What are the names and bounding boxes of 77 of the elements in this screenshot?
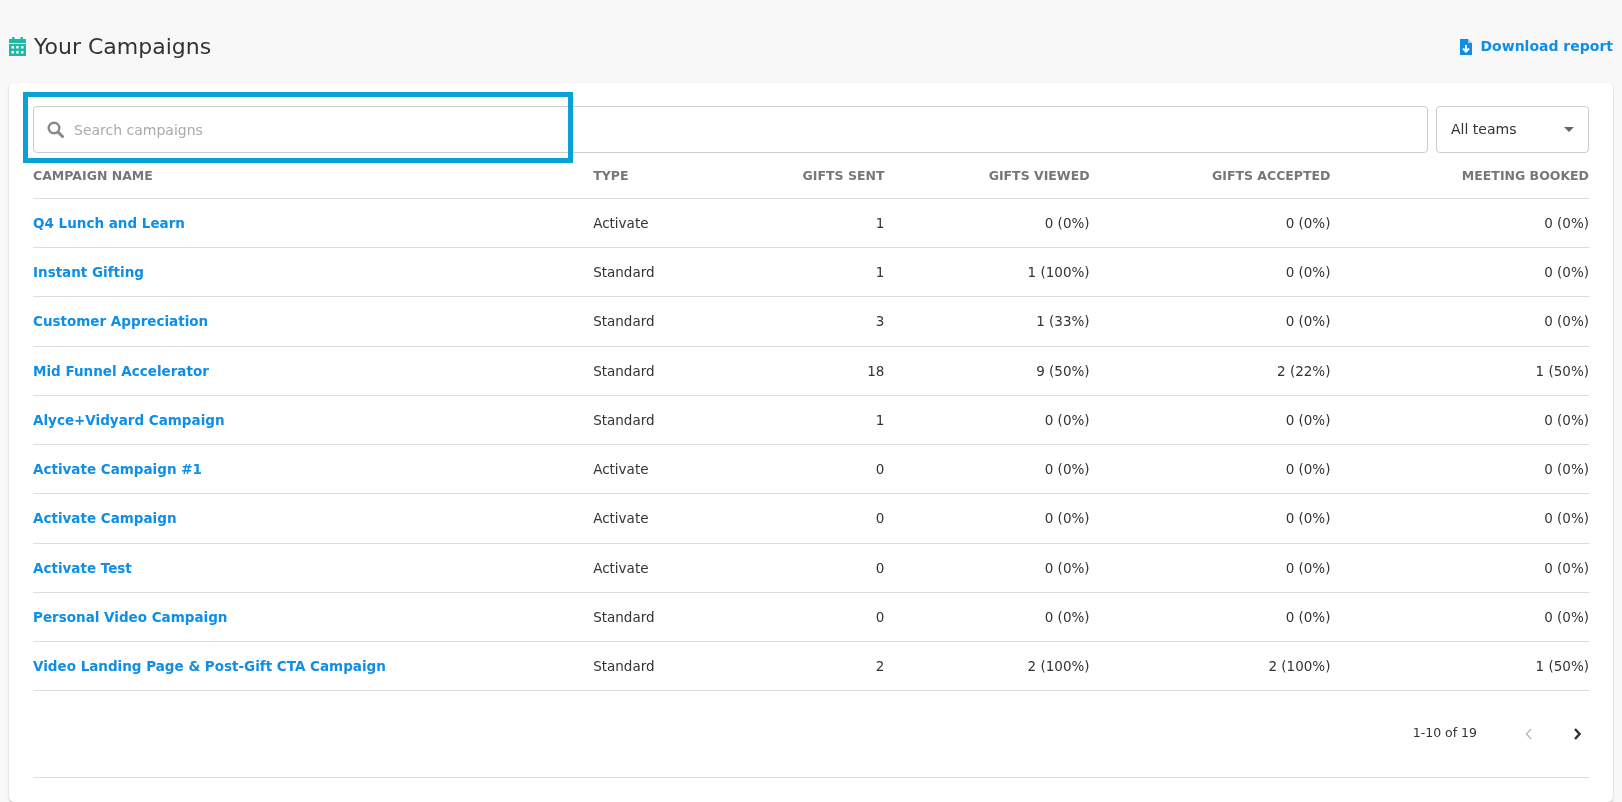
column-header: TYPE: [593, 153, 718, 199]
campaign-link[interactable]: Mid Funnel Accelerator: [33, 362, 209, 379]
chevron-left-icon: [1525, 727, 1533, 740]
campaign-link[interactable]: Video Landing Page & Post-Gift CTA Campaign: [33, 658, 386, 674]
type-cell: Standard: [593, 411, 655, 428]
table-cell: 0 (0%): [1285, 510, 1331, 527]
table-cell: 2 (100%): [1268, 658, 1331, 674]
table-cell: 0 (0%): [1044, 411, 1090, 428]
campaign-link[interactable]: Activate Campaign #1: [33, 461, 202, 477]
table-cell: 0: [875, 608, 885, 625]
type-cell: Standard: [593, 608, 655, 625]
table-cell: 1: [875, 214, 885, 231]
table-cell: 1 (50%): [1535, 658, 1589, 674]
column-header: GIFTS VIEWED: [884, 153, 1090, 199]
table-cell: 0 (0%): [1044, 608, 1090, 625]
chevron-right-icon: [1573, 727, 1581, 740]
team-dropdown[interactable]: All teams: [1436, 106, 1589, 153]
table-cell: 0 (0%): [1544, 214, 1589, 231]
file-download-icon: [1460, 38, 1473, 55]
table-cell: 2: [875, 658, 885, 674]
table-cell: 1 (50%): [1535, 362, 1589, 379]
table-cell: 0 (0%): [1544, 411, 1589, 428]
table-cell: 0 (0%): [1544, 461, 1589, 477]
search-icon: [47, 121, 64, 138]
table-cell: 0 (0%): [1285, 214, 1331, 231]
column-header: GIFTS ACCEPTED: [1089, 153, 1331, 199]
table-cell: 9 (50%): [1036, 362, 1090, 379]
table-cell: 0 (0%): [1044, 461, 1090, 477]
type-cell: Activate: [593, 461, 649, 477]
campaign-link[interactable]: Alyce+Vidyard Campaign: [33, 411, 225, 428]
download-report-link[interactable]: Download report: [1460, 36, 1613, 57]
campaign-link[interactable]: Activate Test: [33, 559, 132, 576]
table-cell: 0: [875, 510, 885, 527]
campaign-link[interactable]: Customer Appreciation: [33, 313, 209, 330]
table-cell: 0 (0%): [1285, 313, 1331, 330]
page-range: 1-10 of 19: [1412, 723, 1477, 742]
table-cell: 0 (0%): [1544, 264, 1589, 280]
table-cell: 0 (0%): [1544, 608, 1589, 625]
table-cell: 0 (0%): [1544, 313, 1589, 330]
type-cell: Activate: [593, 559, 649, 576]
campaign-link[interactable]: Personal Video Campaign: [33, 608, 228, 625]
table-cell: 0 (0%): [1044, 559, 1090, 576]
table-cell: 0 (0%): [1544, 559, 1589, 576]
type-cell: Activate: [593, 510, 649, 527]
column-header: CAMPAIGN NAME: [33, 153, 594, 199]
campaign-link[interactable]: Q4 Lunch and Learn: [33, 214, 185, 231]
type-cell: Activate: [593, 214, 649, 231]
table-cell: 0 (0%): [1285, 461, 1331, 477]
column-header: GIFTS SENT: [718, 153, 885, 199]
table-cell: 0 (0%): [1285, 411, 1331, 428]
table-cell: 1 (100%): [1027, 264, 1090, 280]
campaign-link[interactable]: Activate Campaign: [33, 510, 177, 527]
table-cell: 0 (0%): [1285, 608, 1331, 625]
table-cell: 2 (22%): [1277, 362, 1331, 379]
type-cell: Standard: [593, 362, 655, 379]
table-cell: 0 (0%): [1544, 510, 1589, 527]
table-cell: 0 (0%): [1044, 510, 1090, 527]
campaign-link[interactable]: Instant Gifting: [33, 264, 144, 280]
caret-icon: [1564, 127, 1574, 132]
table-cell: 0: [875, 461, 885, 477]
calendar-icon: [9, 37, 26, 56]
table-cell: 0 (0%): [1044, 214, 1090, 231]
search-field[interactable]: Search campaigns: [33, 106, 1428, 153]
table-cell: 3: [875, 313, 885, 330]
table-cell: 0 (0%): [1285, 559, 1331, 576]
table-cell: 1 (33%): [1036, 313, 1090, 330]
table-cell: 1: [875, 264, 885, 280]
table-cell: 2 (100%): [1027, 658, 1090, 674]
table-cell: 18: [867, 362, 885, 379]
type-cell: Standard: [593, 313, 655, 330]
type-cell: Standard: [593, 264, 655, 280]
type-cell: Standard: [593, 658, 655, 674]
table-cell: 1: [875, 411, 885, 428]
table-cell: 0 (0%): [1285, 264, 1331, 280]
page-title: Your Campaigns: [34, 33, 212, 61]
table-cell: 0: [875, 559, 885, 576]
column-header: MEETING BOOKED: [1330, 153, 1589, 199]
